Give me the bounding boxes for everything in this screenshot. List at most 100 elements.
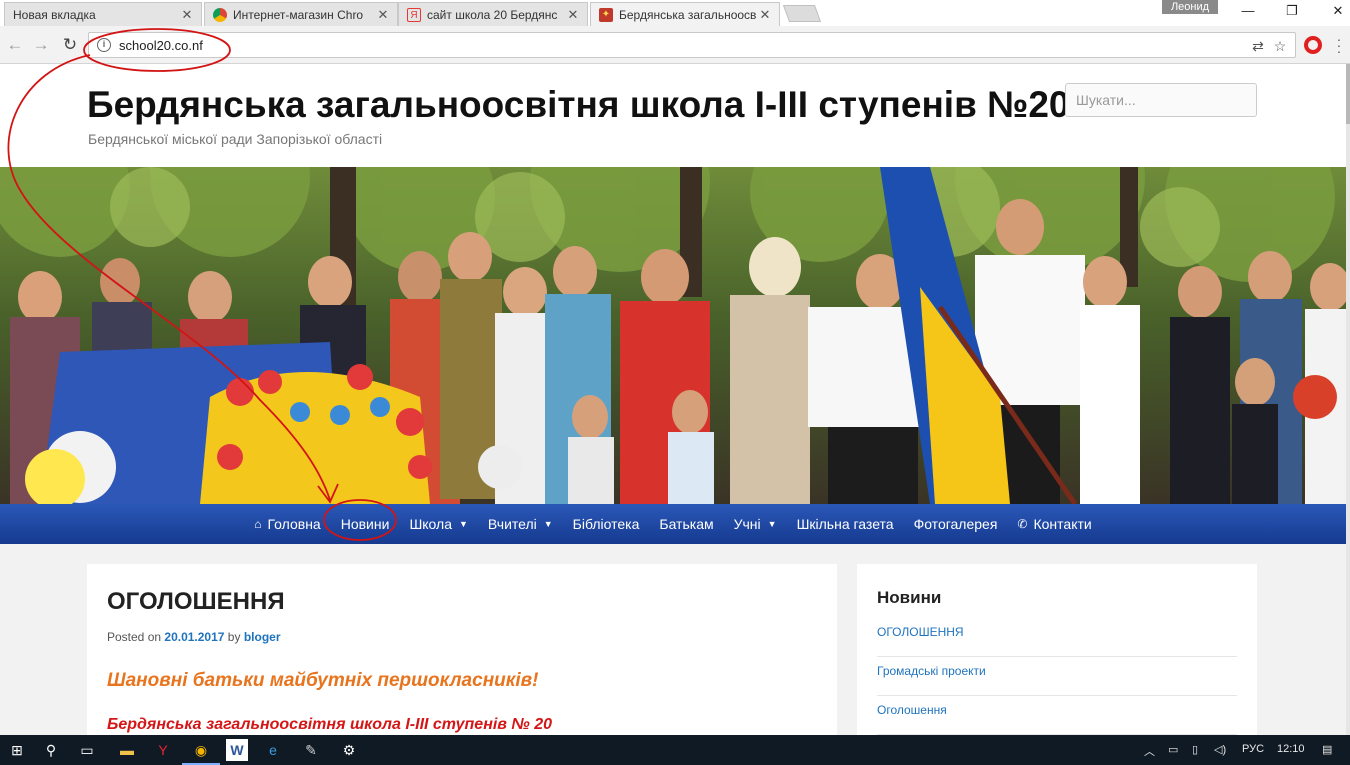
browser-tab[interactable]: Интернет-магазин Chro ✕	[204, 2, 398, 26]
close-icon[interactable]: ✕	[377, 7, 389, 23]
school-crest-icon: ✦	[599, 7, 613, 22]
maximize-icon[interactable]: ❐	[1280, 2, 1304, 20]
nav-label: Головна	[267, 516, 321, 532]
volume-icon[interactable]: ◁)	[1214, 743, 1226, 756]
nav-item-teachers[interactable]: Вчителі ▼	[478, 504, 563, 544]
close-icon[interactable]: ✕	[181, 7, 193, 23]
post-author-link[interactable]: bloger	[244, 630, 281, 644]
clock[interactable]: 12:10	[1277, 743, 1305, 755]
browser-tab[interactable]: Я сайт школа 20 Бердянс ✕	[398, 2, 588, 26]
chrome-icon[interactable]: ◉	[182, 739, 220, 765]
nav-item-newspaper[interactable]: Шкільна газета	[787, 504, 904, 544]
forward-arrow-icon[interactable]: →	[30, 34, 52, 56]
reload-icon[interactable]: ↻	[59, 34, 81, 56]
minimize-icon[interactable]: —	[1236, 2, 1260, 20]
battery-icon[interactable]: ▭	[1168, 743, 1178, 756]
edge-icon[interactable]: e	[262, 739, 284, 761]
settings-gear-icon[interactable]: ⚙	[338, 739, 360, 761]
yandex-browser-icon[interactable]: Y	[152, 739, 174, 761]
browser-tab-active[interactable]: ✦ Бердянська загальноосв ✕	[590, 2, 780, 26]
web-page: Бердянська загальноосвітня школа I-III с…	[0, 64, 1350, 735]
news-link[interactable]: Оголошення	[877, 696, 1237, 735]
url-text[interactable]: school20.co.nf	[119, 38, 203, 53]
back-arrow-icon[interactable]: ←	[4, 34, 26, 56]
close-icon[interactable]: ✕	[567, 7, 579, 23]
nav-label: Фотогалерея	[913, 516, 998, 532]
file-explorer-icon[interactable]: ▬	[116, 739, 138, 761]
profile-badge[interactable]: Леонид	[1162, 0, 1218, 14]
post-article: ОГОЛОШЕННЯ Posted on 20.01.2017 by bloge…	[87, 564, 837, 735]
nav-label: Учні	[733, 516, 761, 532]
nav-item-gallery[interactable]: Фотогалерея	[904, 504, 1008, 544]
nav-label: Шкільна газета	[796, 516, 894, 532]
post-subtitle: Бердянська загальноосвітня школа І-ІІІ с…	[107, 716, 552, 733]
info-icon[interactable]: i	[97, 38, 111, 52]
chevron-down-icon: ▼	[767, 519, 777, 529]
by-label: by	[227, 630, 241, 644]
search-input[interactable]	[1065, 83, 1257, 117]
chevron-down-icon: ▼	[458, 519, 468, 529]
post-title[interactable]: ОГОЛОШЕННЯ	[107, 588, 285, 616]
nav-item-contacts[interactable]: ✆ Контакти	[1007, 504, 1101, 544]
scrollbar-thumb[interactable]	[1346, 64, 1350, 124]
site-header: Бердянська загальноосвітня школа I-III с…	[0, 64, 1346, 167]
news-link[interactable]: ОГОЛОШЕННЯ	[877, 618, 1237, 657]
nav-label: Бібліотека	[572, 516, 640, 532]
school-ceremony-photo	[0, 167, 1346, 504]
news-list: ОГОЛОШЕННЯ Громадські проекти Оголошення	[877, 618, 1237, 735]
tab-title: сайт школа 20 Бердянс	[427, 7, 558, 22]
browser-tab-strip: Новая вкладка ✕ Интернет-магазин Chro ✕ …	[0, 0, 1350, 26]
nav-item-news[interactable]: Новини	[331, 504, 400, 544]
language-indicator[interactable]: РУС	[1242, 743, 1264, 755]
browser-toolbar: ← → ↻ i school20.co.nf ⇄ ☆ · · ·	[0, 26, 1350, 64]
nav-item-parents[interactable]: Батькам	[649, 504, 723, 544]
nav-label: Вчителі	[487, 516, 537, 532]
notifications-icon[interactable]: ▤	[1322, 743, 1332, 756]
chevron-down-icon: ▼	[543, 519, 553, 529]
window-close-icon[interactable]: ✕	[1326, 2, 1350, 20]
tab-title: Интернет-магазин Chro	[233, 7, 364, 22]
home-icon: ⌂	[254, 517, 262, 531]
translate-icon[interactable]: ⇄	[1249, 37, 1267, 55]
menu-dots-icon[interactable]: · · ·	[1336, 32, 1342, 58]
site-title[interactable]: Бердянська загальноосвітня школа I-III с…	[87, 84, 1070, 126]
task-view-icon[interactable]: ▭	[76, 739, 98, 761]
nav-label: Новини	[340, 516, 390, 532]
nav-item-school[interactable]: Школа ▼	[399, 504, 477, 544]
tab-title: Бердянська загальноосв	[619, 7, 757, 22]
sidebar-news-widget: Новини ОГОЛОШЕННЯ Громадські проекти Ого…	[857, 564, 1257, 735]
star-icon[interactable]: ☆	[1271, 37, 1289, 55]
close-icon[interactable]: ✕	[759, 7, 771, 23]
new-tab-button[interactable]	[782, 5, 822, 22]
word-icon[interactable]: W	[226, 739, 248, 761]
news-link[interactable]: Громадські проекти	[877, 657, 1237, 696]
post-meta: Posted on 20.01.2017 by bloger	[107, 630, 281, 644]
posted-on-label: Posted on	[107, 630, 162, 644]
browser-tab[interactable]: Новая вкладка ✕	[4, 2, 202, 26]
phone-icon: ✆	[1017, 517, 1028, 531]
nav-item-home[interactable]: ⌂ Головна	[244, 504, 330, 544]
post-lead: Шановні батьки майбутніх першокласників!	[107, 670, 539, 691]
windows-start-icon[interactable]: ⊞	[6, 739, 28, 761]
tray-chevron-icon[interactable]: ︿	[1144, 743, 1155, 759]
nav-item-students[interactable]: Учні ▼	[724, 504, 787, 544]
address-bar[interactable]: i school20.co.nf ⇄ ☆	[88, 32, 1296, 58]
windows-taskbar: ⊞ ⚲ ▭ ▬ Y ◉ W e ✎ ⚙ ︿ ▭ ▯ ◁) РУС 12:10 ▤	[0, 735, 1350, 765]
opera-extension-icon[interactable]	[1304, 36, 1322, 54]
network-icon[interactable]: ▯	[1192, 743, 1198, 756]
site-description: Бердянської міської ради Запорізької обл…	[88, 131, 383, 147]
page-scrollbar[interactable]	[1346, 64, 1350, 735]
tab-title: Новая вкладка	[13, 7, 96, 22]
search-icon[interactable]: ⚲	[40, 739, 62, 761]
main-navigation: ⌂ Головна Новини Школа ▼ Вчителі ▼ Бібліоте…	[0, 504, 1346, 544]
header-photo	[0, 167, 1346, 504]
yandex-icon: Я	[407, 7, 421, 22]
nav-label: Контакти	[1033, 516, 1092, 532]
chrome-store-icon	[213, 7, 227, 22]
nav-label: Школа	[409, 516, 452, 532]
nav-label: Батькам	[659, 516, 714, 532]
widget-title: Новини	[877, 588, 942, 607]
paint-icon[interactable]: ✎	[300, 739, 322, 761]
nav-item-library[interactable]: Бібліотека	[563, 504, 650, 544]
post-date-link[interactable]: 20.01.2017	[164, 630, 224, 644]
